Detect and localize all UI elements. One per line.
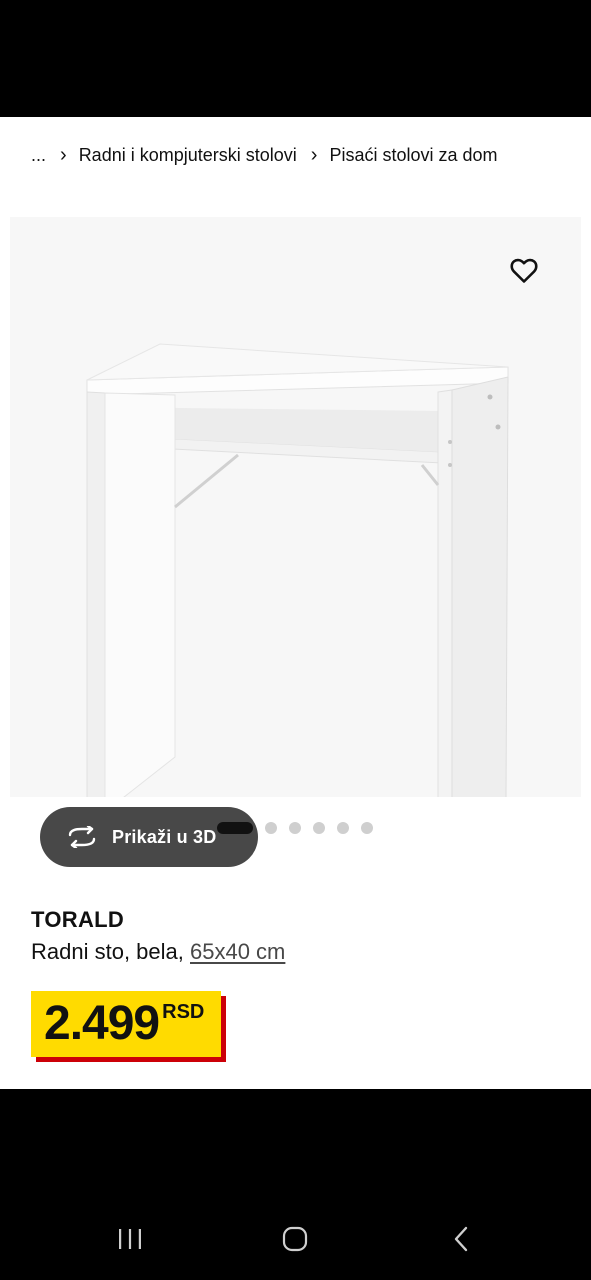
- product-page: ... › Radni i kompjuterski stolovi › Pis…: [0, 117, 591, 1089]
- system-nav-bar: [0, 1089, 591, 1280]
- home-icon: [282, 1226, 308, 1252]
- product-name: TORALD: [31, 907, 125, 932]
- breadcrumb-item-desks-computer[interactable]: Radni i kompjuterski stolovi: [79, 145, 297, 166]
- rotate-3d-icon: [68, 826, 96, 848]
- chevron-right-icon: ›: [310, 143, 318, 166]
- chevron-right-icon: ›: [60, 143, 67, 166]
- back-icon: [454, 1226, 468, 1252]
- product-description: Radni sto, bela, 65x40 cm: [31, 939, 285, 965]
- breadcrumb-item-home-desks[interactable]: Pisaći stolovi za dom: [329, 145, 497, 166]
- price-value: 2.499: [44, 997, 160, 1050]
- recents-icon: [119, 1229, 141, 1249]
- favorite-button[interactable]: [506, 253, 542, 289]
- recents-button[interactable]: [100, 1214, 160, 1264]
- pagination-dot-active[interactable]: [217, 822, 253, 834]
- product-type-color: Radni sto, bela,: [31, 939, 184, 964]
- price-currency: RSD: [162, 1001, 205, 1023]
- pagination-dot[interactable]: [337, 822, 349, 834]
- heart-icon: [510, 258, 538, 283]
- home-button[interactable]: [265, 1214, 325, 1264]
- product-image: [10, 217, 581, 797]
- breadcrumb-ellipsis[interactable]: ...: [31, 145, 46, 166]
- pagination-dot[interactable]: [313, 822, 325, 834]
- price-tag: 2.499 RSD: [31, 991, 222, 1057]
- product-size-link[interactable]: 65x40 cm: [190, 939, 285, 964]
- view-3d-label: Prikaži u 3D: [112, 826, 217, 847]
- gallery-pagination: [217, 821, 385, 835]
- status-bar: [0, 0, 591, 117]
- view-3d-button[interactable]: Prikaži u 3D: [40, 807, 258, 867]
- back-button[interactable]: [431, 1214, 491, 1264]
- pagination-dot[interactable]: [289, 822, 301, 834]
- pagination-dot[interactable]: [265, 822, 277, 834]
- product-gallery[interactable]: Prikaži u 3D: [10, 217, 581, 867]
- pagination-dot[interactable]: [361, 822, 373, 834]
- breadcrumb: ... › Radni i kompjuterski stolovi › Pis…: [31, 145, 498, 166]
